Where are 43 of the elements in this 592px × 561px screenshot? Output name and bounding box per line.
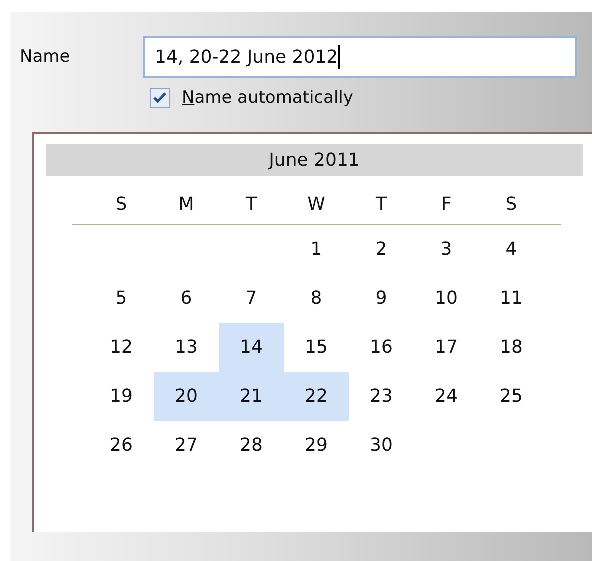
- calendar-day[interactable]: 12: [89, 323, 154, 372]
- checkbox[interactable]: [150, 88, 170, 108]
- calendar-day[interactable]: 18: [479, 323, 544, 372]
- calendar-day[interactable]: 10: [414, 274, 479, 323]
- weekday-label: T: [375, 194, 388, 214]
- calendar-day[interactable]: 22: [284, 372, 349, 421]
- calendar-day[interactable]: 8: [284, 274, 349, 323]
- calendar-day[interactable]: 24: [414, 372, 479, 421]
- calendar-day[interactable]: 16: [349, 323, 414, 372]
- calendar-day[interactable]: 30: [349, 421, 414, 470]
- calendar-day[interactable]: 14: [219, 323, 284, 372]
- calendar-day[interactable]: 11: [479, 274, 544, 323]
- calendar-day[interactable]: 17: [414, 323, 479, 372]
- checkbox-label[interactable]: Name automatically: [182, 88, 354, 108]
- calendar-day[interactable]: 25: [479, 372, 544, 421]
- weekday-label: S: [114, 194, 128, 214]
- weekday-label: M: [178, 194, 196, 214]
- check-icon: [153, 92, 167, 104]
- month-header: June 2011: [46, 144, 583, 176]
- calendar-day[interactable]: 20: [154, 372, 219, 421]
- calendar-day[interactable]: 27: [154, 421, 219, 470]
- calendar-day[interactable]: 4: [479, 225, 544, 274]
- weekday-label: T: [245, 194, 258, 214]
- calendar-day[interactable]: 5: [89, 274, 154, 323]
- calendar-day[interactable]: 2: [349, 225, 414, 274]
- calendar-day[interactable]: 21: [219, 372, 284, 421]
- name-field[interactable]: 14, 20-22 June 2012: [143, 36, 577, 78]
- calendar-day[interactable]: 9: [349, 274, 414, 323]
- calendar-day[interactable]: 15: [284, 323, 349, 372]
- calendar-day[interactable]: 3: [414, 225, 479, 274]
- weekday-label: S: [504, 194, 518, 214]
- calendar-day[interactable]: 1: [284, 225, 349, 274]
- calendar-day[interactable]: 23: [349, 372, 414, 421]
- calendar-day[interactable]: 19: [89, 372, 154, 421]
- weekday-label: F: [440, 194, 453, 214]
- calendar-day[interactable]: 6: [154, 274, 219, 323]
- calendar-day[interactable]: 29: [284, 421, 349, 470]
- calendar-day[interactable]: 28: [219, 421, 284, 470]
- weekday-label: W: [306, 194, 326, 214]
- calendar-day[interactable]: 7: [219, 274, 284, 323]
- name-label: Name: [20, 47, 72, 67]
- calendar-day[interactable]: 13: [154, 323, 219, 372]
- calendar-day[interactable]: 26: [89, 421, 154, 470]
